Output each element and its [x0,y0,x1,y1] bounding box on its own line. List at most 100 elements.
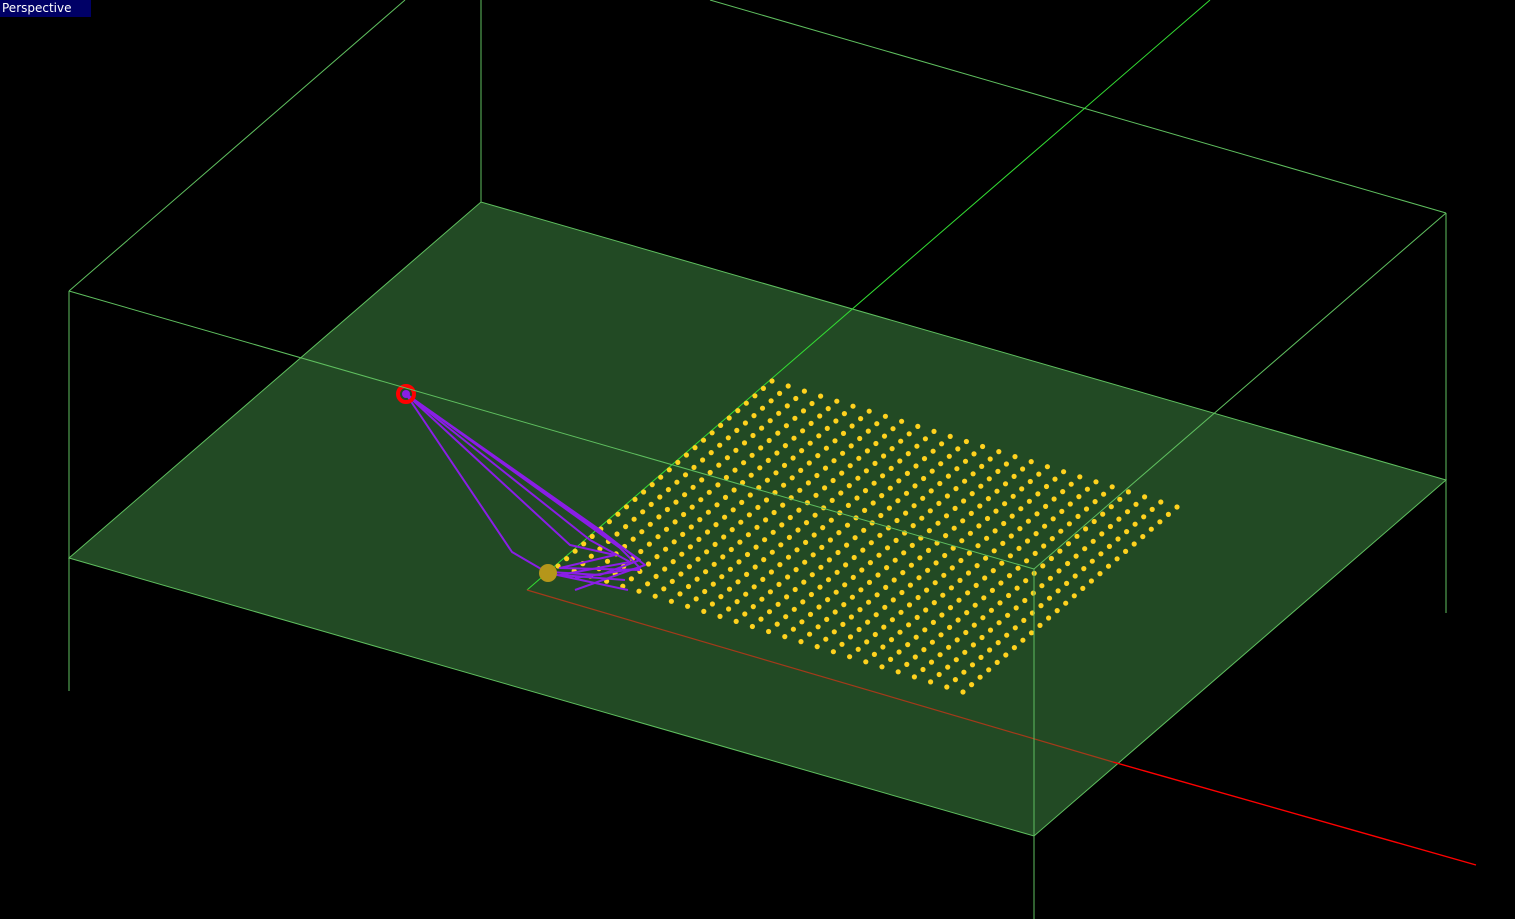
grid-point [921,647,927,653]
grid-point [894,517,900,524]
grid-point [647,521,653,527]
grid-point [614,531,620,537]
grid-point [990,568,996,574]
perspective-viewport[interactable]: Perspective [0,0,1515,919]
grid-point [886,505,893,511]
grid-point [768,569,775,575]
end-marker[interactable] [539,564,557,582]
grid-point [866,579,873,586]
grid-point [932,580,938,586]
grid-point [752,564,758,570]
grid-point [1100,511,1106,517]
grid-point [1043,503,1049,509]
grid-point [721,534,727,540]
grid-point [700,437,707,443]
grid-point [867,560,874,566]
grid-point [753,544,759,550]
grid-point [844,522,851,528]
grid-point [639,529,645,535]
grid-point [793,395,799,402]
grid-point [1133,501,1139,507]
grid-point [945,664,951,670]
grid-point [1002,501,1008,507]
grid-point [638,548,644,555]
grid-point [1158,499,1164,505]
grid-point [805,480,812,486]
grid-point [825,597,831,603]
grid-point [646,541,653,547]
grid-point [814,644,820,650]
grid-point [1084,486,1090,492]
grid-point [844,542,850,548]
grid-point [801,388,808,394]
grid-point [906,431,912,437]
grid-point [1026,498,1032,504]
grid-point [831,629,837,635]
grid-point [663,526,670,532]
grid-point [977,674,983,680]
grid-point [849,594,856,600]
grid-point [657,494,663,500]
grid-point [1123,548,1129,555]
grid-point [889,617,896,623]
grid-point [754,524,760,530]
grid-point [794,547,800,553]
grid-point [661,586,667,592]
grid-point [1142,494,1148,500]
grid-point [994,659,1000,666]
grid-point [774,621,780,627]
grid-point [920,495,926,501]
grid-point [766,437,772,444]
grid-point [726,606,732,612]
grid-point [873,612,879,618]
grid-point [957,577,963,584]
grid-point [882,604,888,610]
grid-point [714,502,720,508]
grid-point [921,475,927,482]
grid-point [783,423,790,429]
grid-point [791,435,797,441]
grid-point [762,537,768,543]
grid-point [907,582,914,588]
grid-point [703,569,709,575]
grid-point [656,514,662,520]
grid-point [860,547,866,553]
grid-point [744,571,750,578]
grid-point [1016,545,1022,552]
grid-point [987,627,994,633]
grid-point [755,504,761,510]
grid-point [674,479,680,485]
start-marker-inner [402,390,410,398]
grid-point [981,595,987,601]
grid-point [1022,597,1028,604]
grid-point [878,512,884,519]
grid-point [798,467,804,473]
grid-point [588,553,594,559]
grid-point [1046,595,1053,601]
grid-point [604,558,611,564]
viewport-label[interactable]: Perspective [0,0,91,17]
grid-point [965,590,971,596]
grid-point [752,393,758,399]
grid-point [834,569,840,575]
grid-point [962,478,968,484]
grid-point [856,626,862,633]
grid-point [792,415,798,421]
grid-point [933,560,939,566]
grid-point [863,468,870,474]
grid-point [962,649,968,655]
grid-point [1008,533,1014,539]
grid-point [655,534,661,540]
grid-point [871,651,878,658]
grid-point [1037,622,1043,629]
grid-point [717,442,723,448]
grid-point [941,572,947,578]
grid-point [1107,523,1113,530]
grid-point [758,445,764,451]
scene-3d[interactable] [0,0,1515,919]
grid-point [937,652,943,658]
grid-point [904,470,911,476]
grid-point [822,485,828,491]
grid-point [963,438,970,445]
grid-point [980,443,986,450]
